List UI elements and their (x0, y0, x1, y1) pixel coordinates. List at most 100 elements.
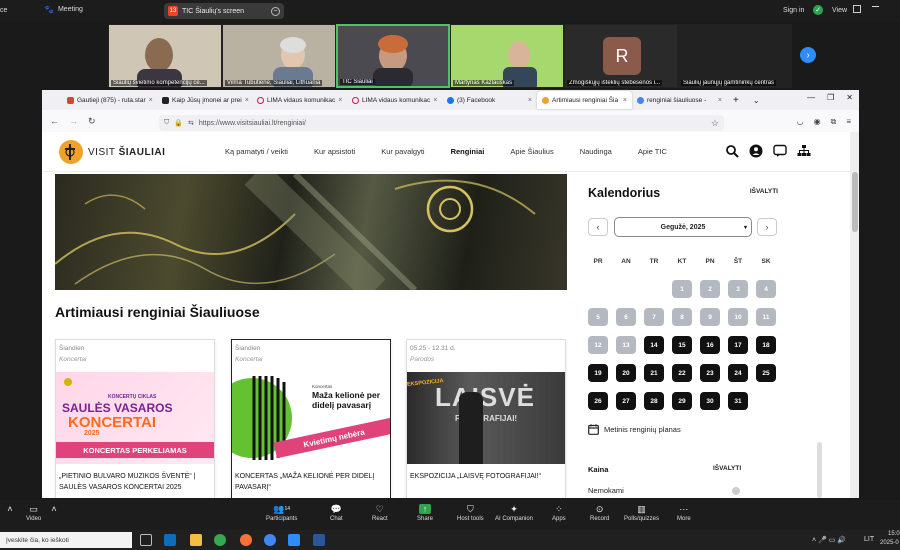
language-indicator[interactable]: LIT (864, 536, 874, 543)
calendar-day[interactable]: 15 (672, 336, 692, 354)
calendar-day[interactable]: 22 (672, 364, 692, 382)
browser-tab[interactable]: renginiai šiauliuose - × (632, 91, 727, 109)
calendar-day[interactable]: 21 (644, 364, 664, 382)
apps-button[interactable]: ⁘ Apps (552, 504, 566, 523)
pocket-icon[interactable]: ◡ (797, 117, 804, 127)
event-card[interactable]: Šiandien Koncertai KONCERTŲ CIKLAS SAULĖ… (55, 339, 215, 498)
calendar-day[interactable]: 7 (644, 308, 664, 326)
event-card[interactable]: Šiandien Koncertai Koncertas Maža kelion… (231, 339, 391, 498)
word-icon[interactable] (313, 534, 325, 546)
sign-in-link[interactable]: Sign in (783, 7, 804, 14)
scroll-thumb[interactable] (852, 172, 858, 232)
more-button[interactable]: ⋯ More (677, 504, 691, 523)
next-page-icon[interactable]: › (800, 47, 816, 63)
browser-tab[interactable]: LIMA vidaus komunikac × (252, 91, 347, 109)
participant-tile-active[interactable]: TIC Šiauliai (336, 24, 450, 88)
close-icon[interactable]: × (718, 97, 722, 104)
extensions-icon[interactable]: ⧉ (831, 117, 837, 127)
record-button[interactable]: ⊙ Record (590, 504, 609, 523)
nav-item-kur-pavalgyti[interactable]: Kur pavalgyti (381, 147, 424, 156)
calendar-day[interactable]: 6 (616, 308, 636, 326)
view-grid-icon[interactable] (853, 5, 861, 13)
filter-scrollbar[interactable] (817, 442, 822, 498)
close-icon[interactable]: × (433, 97, 437, 104)
chrome-icon[interactable] (264, 534, 276, 546)
page-scrollbar[interactable] (852, 132, 858, 498)
calendar-day[interactable]: 28 (644, 392, 664, 410)
calendar-day[interactable]: 30 (700, 392, 720, 410)
user-icon[interactable] (749, 144, 763, 158)
calendar-day[interactable]: 12 (588, 336, 608, 354)
calendar-day[interactable]: 2 (700, 280, 720, 298)
minimize-icon[interactable] (872, 6, 879, 7)
polls-button[interactable]: ▥ Polls/quizzes (624, 504, 659, 523)
task-view-icon[interactable] (140, 534, 152, 546)
calendar-day[interactable]: 13 (616, 336, 636, 354)
lock-icon[interactable]: 🔒 (174, 119, 183, 127)
participant-tile[interactable]: Šiaulių švietimo kompetencijų ce... (108, 24, 222, 88)
calendar-day[interactable]: 29 (672, 392, 692, 410)
account-icon[interactable]: ◉ (814, 117, 821, 127)
reload-icon[interactable]: ↻ (88, 116, 96, 127)
minus-icon[interactable]: − (271, 6, 280, 16)
calendar-day[interactable]: 11 (756, 308, 776, 326)
prev-month-button[interactable]: ‹ (588, 218, 608, 236)
calendar-day[interactable]: 18 (756, 336, 776, 354)
calendar-day[interactable]: 25 (756, 364, 776, 382)
price-clear-button[interactable]: IŠVALYTI (713, 465, 741, 472)
annual-plan-link[interactable]: Metinis renginių planas (588, 424, 681, 435)
zoom-icon[interactable] (288, 534, 300, 546)
event-title[interactable]: EKSPOZICIJA „LAISVĘ FOTOGRAFIJAI!“ (410, 471, 562, 482)
calendar-day[interactable]: 20 (616, 364, 636, 382)
browser-tab[interactable]: Gautieji (875) - ruta.star × (62, 91, 157, 109)
nav-item-apie-siaulius[interactable]: Apie Šiaulius (510, 147, 553, 156)
search-icon[interactable] (725, 144, 739, 158)
calendar-day[interactable]: 31 (728, 392, 748, 410)
audio-caret[interactable]: ˄ (4, 504, 16, 514)
firefox-icon[interactable] (240, 534, 252, 546)
calendar-day[interactable]: 23 (700, 364, 720, 382)
browser-tab[interactable]: LIMA vidaus komunikac × (347, 91, 442, 109)
calendar-clear-button[interactable]: IŠVALYTI (750, 188, 778, 195)
tab-list-icon[interactable]: ⌄ (753, 96, 760, 105)
month-select[interactable]: Gegužė, 2025 ▾ (614, 217, 752, 237)
url-bar[interactable]: ⛉ 🔒 ⇆ https://www.visitsiauliai.lt/rengi… (159, 115, 724, 131)
browser-tab[interactable]: (3) Facebook × (442, 91, 537, 109)
taskbar-search[interactable]: Įveskite čia, ko ieškoti (0, 532, 132, 548)
calendar-day[interactable]: 1 (672, 280, 692, 298)
chrome-icon[interactable] (214, 534, 226, 546)
browser-tab-active[interactable]: Artimiausi renginiai Šia × (537, 91, 632, 109)
screen-share-pill[interactable]: 13 TIC Šiaulių's screen − (164, 3, 284, 19)
bookmark-star-icon[interactable]: ☆ (711, 118, 719, 129)
calendar-day[interactable]: 4 (756, 280, 776, 298)
video-caret[interactable]: ˄ (48, 504, 60, 514)
site-logo[interactable]: VISIT ŠIAULIAI (59, 140, 165, 164)
view-button[interactable]: View (832, 7, 847, 14)
calendar-day[interactable]: 27 (616, 392, 636, 410)
nav-item-apie-tic[interactable]: Apie TIC (638, 147, 667, 156)
calendar-day[interactable]: 3 (728, 280, 748, 298)
event-title[interactable]: KONCERTAS „MAŽA KELIONĖ PER DIDELĮ PAVAS… (235, 471, 387, 493)
calendar-day[interactable]: 17 (728, 336, 748, 354)
tray-icons[interactable]: ˄ 🎤 ▭ 🔊 (812, 536, 846, 544)
permissions-icon[interactable]: ⇆ (188, 119, 194, 127)
calendar-day[interactable]: 5 (588, 308, 608, 326)
participant-tile[interactable]: Martynas Kazlauskas (450, 24, 564, 88)
nav-item-renginiai[interactable]: Renginiai (451, 147, 485, 156)
calendar-day[interactable]: 9 (700, 308, 720, 326)
close-icon[interactable]: ✕ (846, 93, 853, 102)
close-icon[interactable]: × (149, 97, 153, 104)
forward-icon[interactable]: → (69, 116, 78, 126)
outlook-icon[interactable] (164, 534, 176, 546)
maximize-icon[interactable]: ❐ (827, 93, 834, 102)
browser-tab[interactable]: Kaip Jūsų įmonei ar prei × (157, 91, 252, 109)
close-icon[interactable]: × (528, 97, 532, 104)
share-button[interactable]: ↑ Share (417, 504, 433, 522)
calendar-day[interactable]: 10 (728, 308, 748, 326)
minimize-icon[interactable]: — (807, 93, 815, 102)
ai-companion-button[interactable]: ✦ AI Companion (495, 504, 533, 523)
url-text[interactable]: https://www.visitsiauliai.lt/renginiai/ (199, 120, 306, 127)
free-filter-toggle[interactable] (732, 487, 740, 495)
meeting-button[interactable]: 🐾 Meeting (44, 5, 83, 14)
video-button[interactable]: ▭ Video (26, 504, 41, 523)
